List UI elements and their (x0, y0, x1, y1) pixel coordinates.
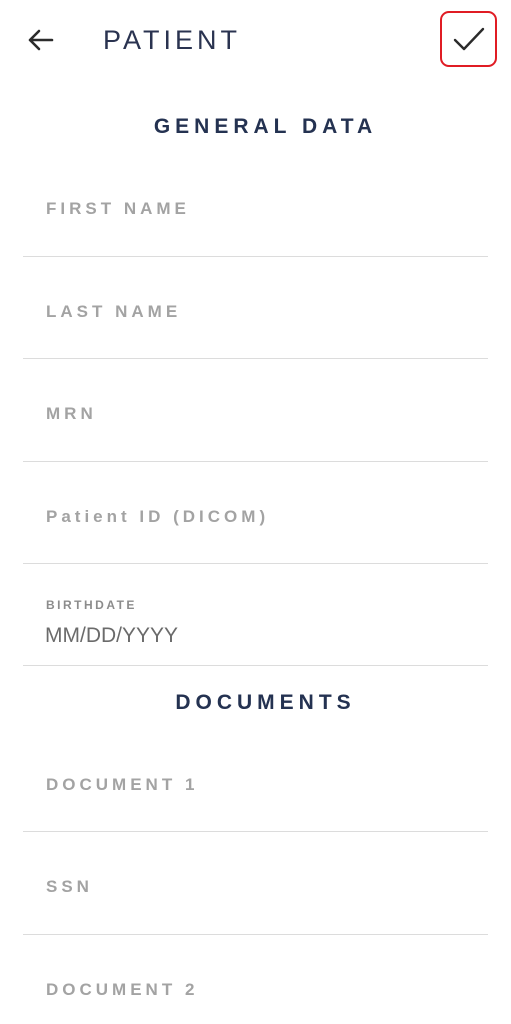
birthdate-field[interactable]: BIRTHDATE (23, 564, 488, 666)
patient-id-field[interactable]: Patient ID (DICOM) (23, 462, 488, 564)
document1-label: DOCUMENT 1 (46, 775, 199, 794)
document2-field[interactable]: DOCUMENT 2 (23, 935, 488, 1024)
document2-label: DOCUMENT 2 (46, 980, 199, 999)
patient-id-label: Patient ID (DICOM) (46, 507, 270, 526)
back-button[interactable] (22, 22, 58, 58)
last-name-field[interactable]: LAST NAME (23, 257, 488, 359)
ssn-field[interactable]: SSN (23, 832, 488, 935)
mrn-field[interactable]: MRN (23, 359, 488, 462)
section-title-documents: DOCUMENTS (175, 691, 356, 714)
first-name-field[interactable]: FIRST NAME (23, 175, 488, 257)
arrow-left-icon (28, 29, 54, 51)
app-bar: PATIENT (0, 0, 511, 80)
check-icon (453, 27, 484, 51)
last-name-label: LAST NAME (46, 302, 182, 321)
birthdate-input[interactable] (45, 623, 345, 649)
mrn-label: MRN (46, 404, 97, 423)
confirm-button[interactable] (440, 11, 497, 67)
birthdate-label: BIRTHDATE (46, 598, 137, 612)
section-title-general: GENERAL DATA (153, 115, 378, 138)
document1-field[interactable]: DOCUMENT 1 (23, 730, 488, 832)
page-title: PATIENT (103, 25, 242, 55)
ssn-label: SSN (46, 877, 93, 896)
first-name-label: FIRST NAME (46, 199, 190, 218)
